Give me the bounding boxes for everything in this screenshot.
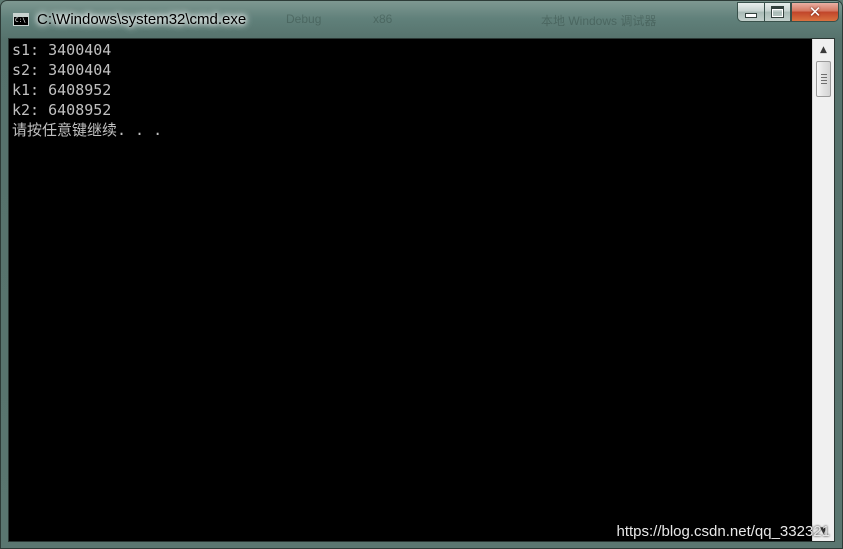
console-line: s2: 3400404 bbox=[12, 61, 112, 79]
grip-line bbox=[821, 74, 827, 75]
console-line-prompt: 请按任意键继续. . . bbox=[12, 121, 163, 139]
close-button[interactable]: ✕ bbox=[791, 2, 839, 22]
minimize-icon bbox=[745, 13, 757, 18]
chevron-up-icon: ▲ bbox=[820, 44, 827, 55]
grip-line bbox=[821, 77, 827, 78]
console-output[interactable]: s1: 3400404 s2: 3400404 k1: 6408952 k2: … bbox=[9, 39, 812, 541]
minimize-button[interactable] bbox=[737, 2, 764, 22]
cmd-window: Debug x86 本地 Windows 调试器 C:\ C:\Windows\… bbox=[0, 0, 843, 549]
console-line: s1: 3400404 bbox=[12, 41, 112, 59]
console-line: k1: 6408952 bbox=[12, 81, 112, 99]
vertical-scrollbar[interactable]: ▲ ▼ bbox=[812, 39, 834, 541]
scrollbar-thumb[interactable] bbox=[816, 61, 831, 97]
grip-line bbox=[821, 80, 827, 81]
console-client-area: s1: 3400404 s2: 3400404 k1: 6408952 k2: … bbox=[8, 38, 835, 542]
caption-buttons: ✕ bbox=[737, 2, 839, 23]
maximize-icon bbox=[771, 6, 784, 18]
watermark-text: https://blog.csdn.net/qq_332321 bbox=[616, 523, 830, 540]
close-icon: ✕ bbox=[808, 3, 822, 21]
cmd-icon-glyph: C:\ bbox=[15, 17, 26, 24]
scroll-up-button[interactable]: ▲ bbox=[815, 41, 832, 58]
console-line: k2: 6408952 bbox=[12, 101, 112, 119]
title-bar[interactable]: C:\ C:\Windows\system32\cmd.exe ✕ bbox=[1, 1, 842, 39]
maximize-button[interactable] bbox=[764, 2, 791, 22]
grip-line bbox=[821, 83, 827, 84]
cmd-icon[interactable]: C:\ bbox=[13, 13, 29, 26]
window-title: C:\Windows\system32\cmd.exe bbox=[37, 11, 247, 28]
